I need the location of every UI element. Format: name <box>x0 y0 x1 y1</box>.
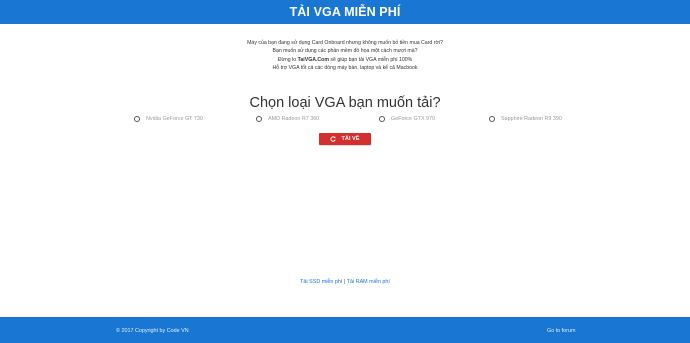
download-button-label: TẢI VỀ <box>341 136 360 142</box>
link-ram[interactable]: Tải RAM miễn phí <box>347 279 390 285</box>
vga-option-label: Sapphire Radeon R9 390 <box>501 116 562 122</box>
chooser-heading: Chọn loại VGA bạn muốn tải? <box>249 95 441 111</box>
vga-option-label: Nvidia GeForce GT 730 <box>146 116 203 122</box>
intro-line-3: Đừng lo TaiVGA.Com sẽ giúp bạn tải VGA m… <box>0 56 690 64</box>
radio-button[interactable] <box>379 116 385 122</box>
link-ssd[interactable]: Tải SSD miễn phí <box>300 279 342 285</box>
forum-link[interactable]: Go to forum <box>547 328 575 334</box>
intro-brand: TaiVGA.Com <box>297 56 329 63</box>
radio-button[interactable] <box>489 116 495 122</box>
vga-option-label: GeForce GTX 970 <box>391 116 436 122</box>
download-button[interactable]: TẢI VỀ <box>319 133 371 145</box>
vga-option-4[interactable]: Sapphire Radeon R9 390 <box>489 116 562 122</box>
vga-option-1[interactable]: Nvidia GeForce GT 730 <box>134 116 203 122</box>
vga-option-label: AMD Radeon R7 360 <box>268 116 320 122</box>
page-title: TẢI VGA MIỄN PHÍ <box>289 5 401 19</box>
vga-options: Nvidia GeForce GT 730 AMD Radeon R7 360 … <box>0 116 690 126</box>
intro-text: Máy của bạn đang sử dụng Card Onboard nh… <box>0 39 690 73</box>
radio-button[interactable] <box>256 116 262 122</box>
vga-option-2[interactable]: AMD Radeon R7 360 <box>256 116 319 122</box>
intro-line-4: Hỗ trợ VGA tốt cả các dòng máy bàn, lapt… <box>272 65 418 72</box>
intro-line-3-prefix: Đừng lo <box>277 56 298 63</box>
intro-line-2: Bạn muốn sử dụng các phần mềm đồ họa một… <box>272 48 418 55</box>
refresh-icon <box>330 136 337 142</box>
vga-option-3[interactable]: GeForce GTX 970 <box>379 116 435 122</box>
bottom-links: Tải SSD miễn phí | Tải RAM miễn phí <box>0 279 690 285</box>
radio-button[interactable] <box>134 116 140 122</box>
intro-line-1: Máy của bạn đang sử dụng Card Onboard nh… <box>247 40 443 46</box>
intro-line-3-suffix: sẽ giúp bạn tải VGA miễn phí 100% <box>328 56 413 63</box>
header-bar: TẢI VGA MIỄN PHÍ <box>0 0 690 24</box>
footer-copyright: © 2017 Copyright by Code VN <box>116 328 189 334</box>
footer: © 2017 Copyright by Code VN Go to forum <box>0 317 690 343</box>
